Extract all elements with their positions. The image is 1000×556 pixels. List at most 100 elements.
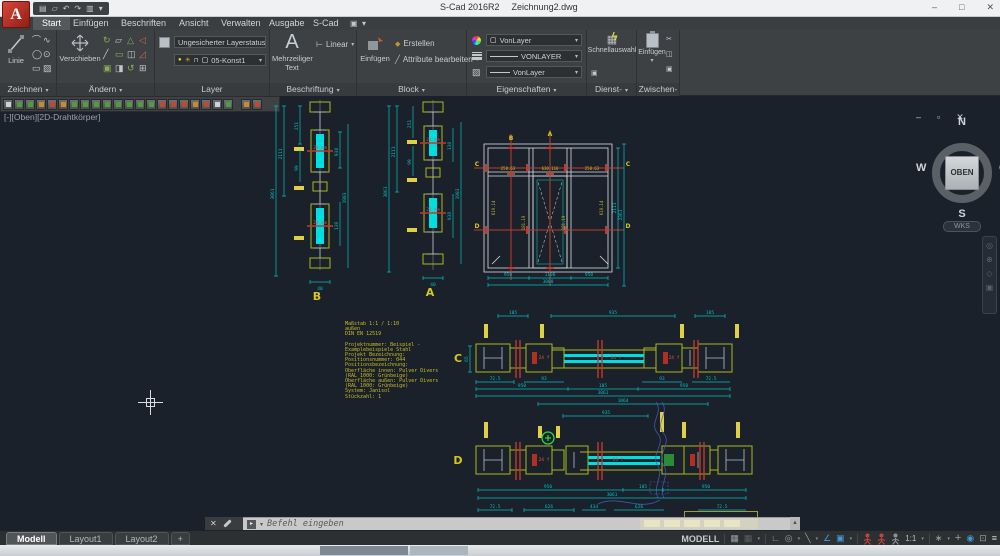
customization-menu-icon[interactable]: ≡: [992, 531, 997, 546]
command-input[interactable]: Befehl eingeben: [267, 519, 344, 529]
mtext-button[interactable]: A Mehrzeiliger Text: [272, 31, 313, 72]
rotate-icon[interactable]: ↻: [103, 34, 115, 46]
command-close-icon[interactable]: ✕: [210, 519, 217, 528]
toolbar-button[interactable]: [135, 98, 145, 110]
rectangle-icon[interactable]: ▭: [32, 62, 43, 74]
new-layout-button[interactable]: +: [170, 532, 190, 545]
edit-icon[interactable]: ╱: [103, 48, 115, 60]
command-history-icon[interactable]: ▾: [260, 521, 263, 528]
workspace-settings-icon[interactable]: ▾: [947, 536, 950, 542]
quick-select-button[interactable]: ▦ ϟ Schnellauswahl: [588, 31, 637, 54]
panel-label-layer[interactable]: Layer: [155, 83, 269, 96]
ribbon-toggle-arrow-icon[interactable]: ▾: [362, 17, 366, 30]
clean-screen-icon[interactable]: ⊡: [979, 531, 987, 546]
panel-label-zeichnen[interactable]: Zeichnen ▾: [0, 83, 56, 96]
stretch-icon[interactable]: ▱: [115, 34, 127, 46]
fillet-icon[interactable]: ▭: [115, 48, 127, 60]
toolbar-button[interactable]: [179, 98, 189, 110]
minimize-button[interactable]: –: [932, 2, 937, 13]
layer-dropdown[interactable]: ● ☀ ⊓ ▢ 05-Konst1 ▾: [174, 54, 266, 66]
autoscale-icon[interactable]: [877, 533, 886, 545]
ellipse-icon[interactable]: ⊙: [43, 48, 54, 60]
annotation-scale-value[interactable]: 1:1: [905, 534, 916, 543]
polar-toggle-icon[interactable]: ◎: [785, 531, 793, 546]
toolbar-button[interactable]: [241, 98, 251, 110]
toolbar-button[interactable]: [157, 98, 167, 110]
hardware-acceleration-icon[interactable]: ◉: [966, 531, 974, 546]
toolbar-button[interactable]: [223, 98, 233, 110]
copy-icon[interactable]: ◫: [666, 49, 673, 61]
calculator-icon[interactable]: ▣: [591, 68, 598, 80]
osnap-settings-icon[interactable]: ▾: [850, 536, 853, 542]
annotation-visibility-icon[interactable]: [863, 533, 872, 545]
toolbar-button[interactable]: [58, 98, 68, 110]
drawing-canvas[interactable]: [-][Oben][2D-Drahtkörper] – ▫ ✕ N W OBEN…: [0, 96, 1000, 530]
isodraft-toggle-icon[interactable]: ╲: [805, 531, 810, 546]
app-logo[interactable]: A: [2, 1, 30, 28]
tab-ansicht[interactable]: Ansicht: [170, 17, 218, 30]
linetype-dropdown[interactable]: VonLayer ▾: [486, 66, 582, 78]
snap-toggle-icon[interactable]: ▦: [744, 531, 753, 546]
linear-dim-button[interactable]: ⊢ Linear ▾: [316, 40, 354, 49]
panel-label-block[interactable]: Block ▾: [357, 83, 466, 96]
panel-label-beschriftung[interactable]: Beschriftung ▾: [270, 83, 356, 96]
explode-icon[interactable]: ⊞: [139, 62, 151, 74]
tab-layout1[interactable]: Layout1: [58, 532, 113, 545]
toolbar-button[interactable]: [146, 98, 156, 110]
tab-scad[interactable]: S-Cad: [304, 17, 348, 30]
scale-icon[interactable]: ▣: [103, 62, 115, 74]
ribbon-toggle-icon[interactable]: ▣: [350, 17, 358, 30]
paste-button[interactable]: Einfügen ▾: [638, 31, 666, 64]
viewcube-west[interactable]: W: [916, 162, 926, 174]
polar-settings-icon[interactable]: ▾: [798, 536, 801, 542]
offset-icon[interactable]: ◨: [115, 62, 127, 74]
block-create-button[interactable]: ◆ Erstellen: [395, 39, 435, 48]
toolbar-button[interactable]: [80, 98, 90, 110]
qat-customize-icon[interactable]: ▾: [99, 2, 103, 15]
panel-label-eigenschaften[interactable]: Eigenschaften ▾: [467, 83, 586, 96]
toolbar-button[interactable]: [168, 98, 178, 110]
command-scroll-up-icon[interactable]: ▲: [790, 517, 800, 530]
grid-toggle-icon[interactable]: ▦: [730, 531, 739, 546]
toolbar-button[interactable]: [69, 98, 79, 110]
snap-settings-icon[interactable]: ▾: [757, 536, 760, 542]
open-file-icon[interactable]: ▱: [52, 2, 58, 15]
scale-settings-icon[interactable]: ▾: [921, 536, 924, 542]
toolbar-button[interactable]: [47, 98, 57, 110]
erase-icon[interactable]: ◁: [139, 34, 151, 46]
maximize-button[interactable]: □: [959, 2, 964, 13]
arc-icon[interactable]: ⌒: [32, 34, 43, 46]
viewcube-north[interactable]: N: [914, 116, 1000, 128]
annotation-monitor-icon[interactable]: +: [955, 531, 961, 546]
toolbar-button[interactable]: [91, 98, 101, 110]
viewcube-face-top[interactable]: OBEN: [945, 156, 979, 190]
isodraft-settings-icon[interactable]: ▾: [816, 536, 819, 542]
cut-icon[interactable]: ✂: [666, 34, 673, 46]
workspace-gear-icon[interactable]: ∗: [935, 531, 943, 546]
hatch-icon[interactable]: ▨: [43, 62, 54, 74]
toolbar-button[interactable]: [252, 98, 262, 110]
toolbar-button[interactable]: [3, 98, 13, 110]
osnap-toggle-icon[interactable]: ▣: [836, 531, 845, 546]
toolbar-button[interactable]: [113, 98, 123, 110]
model-space-indicator[interactable]: MODELL: [681, 534, 719, 544]
toolbar-button[interactable]: [102, 98, 112, 110]
tab-modell[interactable]: Modell: [6, 532, 57, 545]
viewport-controls[interactable]: [-][Oben][2D-Drahtkörper]: [4, 112, 100, 122]
redo-icon[interactable]: ↷: [74, 2, 81, 15]
orbit-icon[interactable]: ▣: [986, 284, 994, 292]
command-wrench-icon[interactable]: [222, 519, 232, 528]
mirror-icon[interactable]: △: [127, 34, 139, 46]
panel-label-zwischenablage[interactable]: Zwischen-: [637, 83, 679, 96]
undo-mod-icon[interactable]: ↺: [127, 62, 139, 74]
undo-icon[interactable]: ↶: [63, 2, 70, 15]
print-icon[interactable]: ▥: [86, 2, 94, 15]
array-icon[interactable]: ◫: [127, 48, 139, 60]
viewcube-south[interactable]: S: [914, 208, 1000, 220]
circle-icon[interactable]: ◯: [32, 48, 43, 60]
annotation-scale-icon[interactable]: [891, 533, 900, 545]
otrack-toggle-icon[interactable]: ∠: [823, 531, 831, 546]
tab-einfuegen[interactable]: Einfügen: [64, 17, 118, 30]
toolbar-button[interactable]: [124, 98, 134, 110]
revcloud-icon[interactable]: ∿: [43, 34, 54, 46]
